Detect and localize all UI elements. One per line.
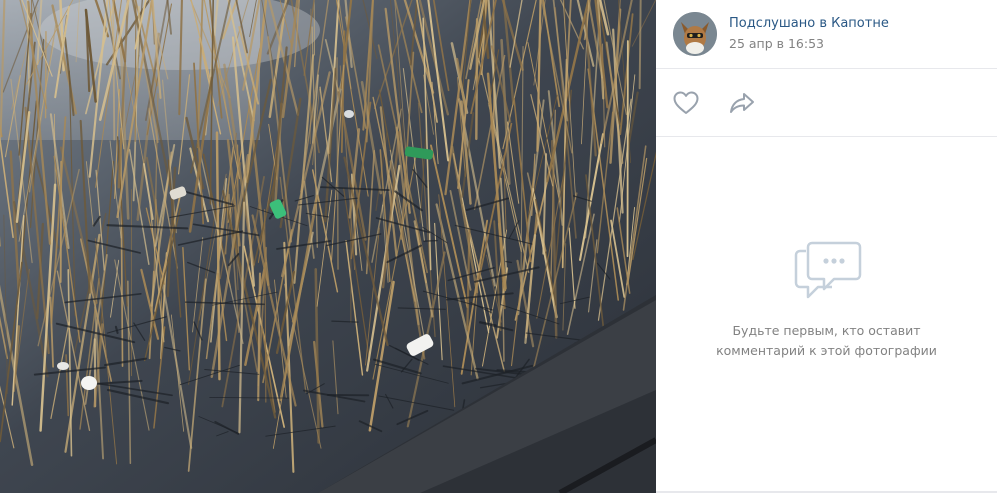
like-button[interactable] [672,89,700,117]
photo[interactable] [0,0,656,493]
author-name-link[interactable]: Подслушано в Капотне [729,15,889,33]
heart-outline-icon [673,91,699,114]
community-avatar-image [673,12,717,56]
post-author-header: Подслушано в Капотне 25 апр в 16:53 [656,0,997,69]
speech-bubbles-icon [794,241,861,299]
post-sidebar: Подслушано в Капотне 25 апр в 16:53 Будь… [656,0,997,493]
comments-empty-state: Будьте первым, кто оставит комментарий к… [656,137,997,491]
author-meta: Подслушано в Капотне 25 апр в 16:53 [729,15,889,53]
photo-viewer: Подслушано в Капотне 25 апр в 16:53 Будь… [0,0,997,493]
cup-litter [81,376,97,390]
share-button[interactable] [728,89,756,117]
share-arrow-icon [730,92,754,113]
empty-line-1: Будьте первым, кто оставит [732,323,921,338]
reeds-in-water-image [0,0,656,493]
comments-empty-message: Будьте первым, кто оставит комментарий к… [707,321,947,361]
empty-line-2: комментарий к этой фотографии [716,343,937,358]
avatar[interactable] [673,12,717,56]
post-date[interactable]: 25 апр в 16:53 [729,35,889,53]
post-actions [656,69,997,137]
